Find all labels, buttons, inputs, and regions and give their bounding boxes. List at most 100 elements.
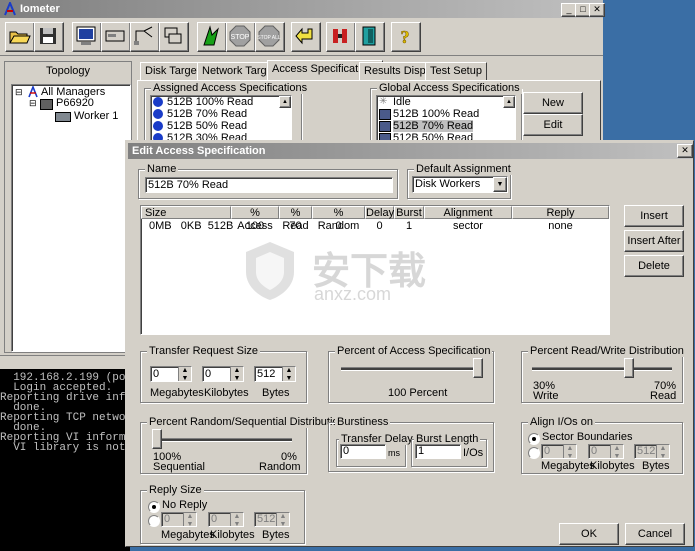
delete-button[interactable]: Delete: [624, 255, 684, 277]
help-label: ?: [401, 27, 410, 47]
stop-icon[interactable]: STOP: [226, 22, 256, 52]
grid-column-header[interactable]: Size: [141, 206, 231, 219]
grid-column-header[interactable]: Alignment: [424, 206, 512, 219]
burst-length-field[interactable]: 1: [415, 444, 461, 459]
close-button[interactable]: ✕: [589, 3, 605, 17]
disconnect-icon[interactable]: [326, 22, 356, 52]
ok-button[interactable]: OK: [559, 523, 619, 545]
global-spec-label: 512B 70% Read: [393, 120, 474, 132]
transfer-kb-spinner[interactable]: 0 ▲ ▼: [202, 366, 244, 382]
rw-read-caption: Read: [650, 390, 677, 402]
scroll-up-button[interactable]: ▲: [279, 96, 291, 108]
reset-workers-icon[interactable]: [291, 22, 321, 52]
help-icon[interactable]: ?: [391, 22, 421, 52]
assigned-spec-item[interactable]: 512B 50% Read: [151, 120, 291, 132]
reply-kb-spinner[interactable]: 0 ▲ ▼: [208, 512, 244, 528]
align-bytes-caption: Bytes: [642, 460, 670, 472]
align-mb-spinner[interactable]: 0 ▲ ▼: [541, 444, 577, 460]
burstiness-label: Burstiness: [335, 416, 391, 428]
spin-arrows-icon[interactable]: ▲ ▼: [610, 445, 623, 460]
align-custom-radio[interactable]: [528, 447, 540, 459]
worker-icon: [55, 112, 71, 122]
dialog-close-button[interactable]: ✕: [677, 144, 693, 158]
rw-dist-slider[interactable]: [532, 367, 672, 371]
align-bytes-spinner[interactable]: 512 ▲ ▼: [634, 444, 670, 460]
grid-column-header[interactable]: Reply: [512, 206, 609, 219]
sector-boundaries-radio[interactable]: [528, 433, 540, 445]
transfer-mb-spinner[interactable]: 0 ▲ ▼: [150, 366, 192, 382]
spin-arrows-icon[interactable]: ▲ ▼: [183, 513, 196, 528]
reply-mb-spinner[interactable]: 0 ▲ ▼: [161, 512, 197, 528]
random-dist-slider[interactable]: [152, 438, 292, 442]
spin-arrows-icon[interactable]: ▲ ▼: [230, 513, 243, 528]
spin-arrows-icon[interactable]: ▲ ▼: [230, 367, 243, 382]
grid-column-header[interactable]: % Read: [279, 206, 312, 232]
transfer-delay-unit: ms: [388, 448, 400, 458]
assigned-spec-label: 512B 100% Read: [167, 96, 254, 108]
grid-column-header[interactable]: Delay: [365, 206, 394, 219]
grid-column-header[interactable]: % Access: [231, 206, 279, 232]
tree-node-worker[interactable]: Worker 1: [74, 110, 118, 122]
toolbar: STOP STOP ALL ?: [0, 19, 603, 56]
app-title: Iometer: [20, 3, 60, 15]
default-assignment-select[interactable]: Disk Workers ▼: [412, 176, 508, 193]
insert-after-button[interactable]: Insert After: [624, 230, 684, 252]
default-assignment-label: Default Assignment: [414, 163, 513, 175]
new-worker-icon[interactable]: [101, 22, 131, 52]
new-network-worker-icon[interactable]: [130, 22, 160, 52]
tree-expand-icon[interactable]: ⊟: [29, 98, 37, 109]
reply-custom-radio[interactable]: [148, 515, 160, 527]
spin-arrows-icon[interactable]: ▲ ▼: [178, 367, 191, 382]
tree-expand-icon[interactable]: ⊟: [15, 87, 23, 98]
start-tests-icon[interactable]: [197, 22, 227, 52]
insert-before-button[interactable]: Insert Before: [624, 205, 684, 242]
assigned-spec-item[interactable]: 512B 70% Read: [151, 108, 291, 120]
console-output: 192.168.2.199 (por Login accepted. Report…: [0, 369, 130, 551]
cancel-button[interactable]: Cancel: [625, 523, 685, 545]
grid-column-header[interactable]: % Random: [312, 206, 365, 232]
random-dist-thumb[interactable]: [152, 429, 162, 449]
stop-all-icon[interactable]: STOP ALL: [255, 22, 285, 52]
no-reply-radio[interactable]: [148, 501, 160, 513]
transfer-bytes-caption: Bytes: [262, 387, 290, 399]
chevron-down-icon[interactable]: ▼: [493, 177, 507, 192]
rw-dist-thumb[interactable]: [624, 358, 635, 378]
topology-tree: ⊟ All Managers ⊟ P66920 Worker 1: [11, 84, 131, 352]
transfer-delay-field[interactable]: 0: [340, 444, 386, 459]
assigned-spec-item[interactable]: 512B 100% Read: [151, 96, 291, 108]
open-folder-icon[interactable]: [5, 22, 35, 52]
global-spec-label: 512B 100% Read: [393, 108, 480, 120]
scroll-up-button[interactable]: ▲: [503, 96, 515, 108]
align-kb-caption: Kilobytes: [590, 460, 635, 472]
align-bytes-value: 512: [637, 445, 656, 457]
percent-access-thumb[interactable]: [473, 358, 483, 378]
reply-bytes-spinner[interactable]: 512 ▲ ▼: [254, 512, 290, 528]
global-spec-item[interactable]: ✳ Idle: [377, 96, 515, 108]
spin-arrows-icon[interactable]: ▲ ▼: [563, 445, 576, 460]
spin-arrows-icon[interactable]: ▲ ▼: [276, 513, 289, 528]
align-kb-spinner[interactable]: 0 ▲ ▼: [588, 444, 624, 460]
new-spec-button[interactable]: New: [523, 92, 583, 114]
name-value: 512B 70% Read: [148, 179, 229, 191]
save-disk-icon[interactable]: [34, 22, 64, 52]
spin-arrows-icon[interactable]: ▲ ▼: [656, 445, 669, 460]
global-spec-item[interactable]: 512B 70% Read: [377, 120, 515, 132]
name-field[interactable]: 512B 70% Read: [145, 177, 393, 193]
tree-node-manager[interactable]: P66920: [56, 97, 94, 109]
tab-test-setup[interactable]: Test Setup: [425, 62, 487, 81]
grid-column-header[interactable]: Burst: [394, 206, 424, 219]
no-reply-label: No Reply: [162, 499, 208, 511]
duplicate-worker-icon[interactable]: [159, 22, 189, 52]
exit-icon[interactable]: [355, 22, 385, 52]
global-spec-item[interactable]: 512B 100% Read: [377, 108, 515, 120]
grid-cell-random: 0: [335, 220, 342, 232]
reply-mb-value: 0: [164, 513, 171, 525]
display-results-icon[interactable]: [72, 22, 102, 52]
spin-arrows-icon[interactable]: ▲ ▼: [282, 367, 295, 382]
assigned-spec-label: 512B 50% Read: [167, 120, 248, 132]
percent-access-slider[interactable]: [341, 367, 481, 371]
transfer-bytes-spinner[interactable]: 512 ▲ ▼: [254, 366, 296, 382]
stop-all-label: STOP ALL: [257, 35, 281, 41]
idle-icon: ✳: [379, 96, 388, 107]
edit-spec-button[interactable]: Edit: [523, 114, 583, 136]
